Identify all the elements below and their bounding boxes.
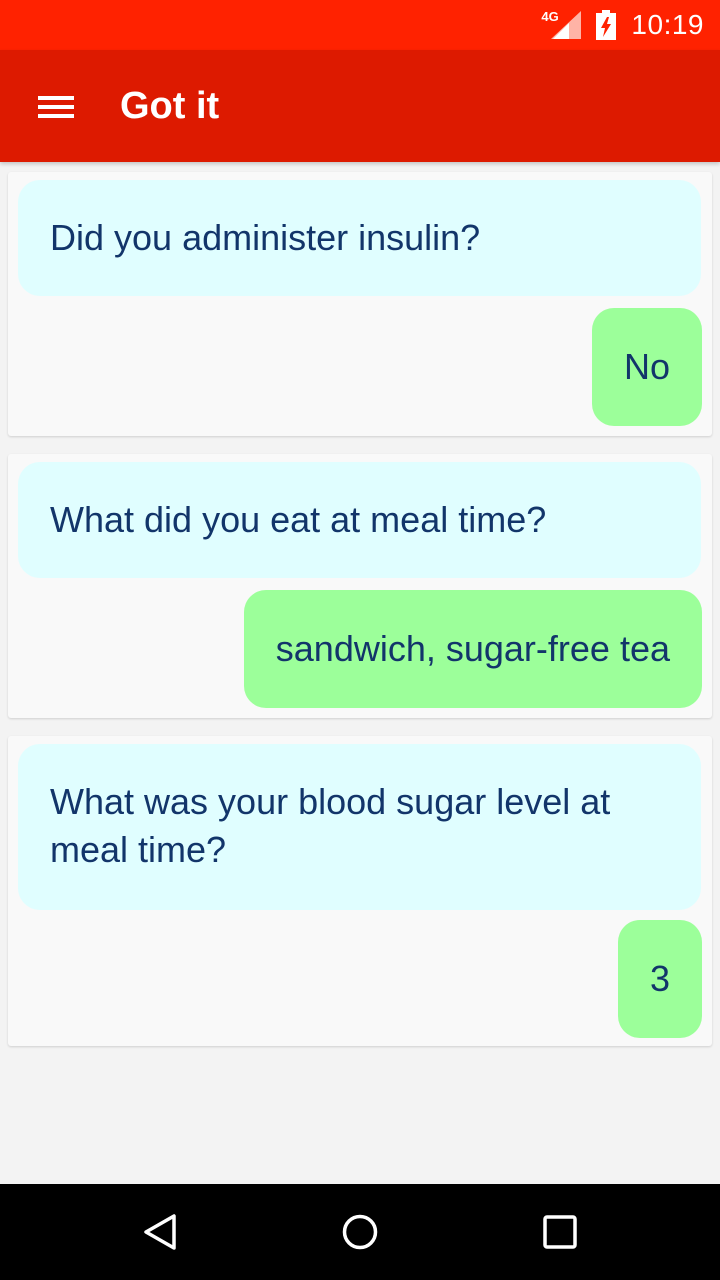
question-text: Did you administer insulin? (50, 217, 481, 258)
recents-icon (543, 1215, 577, 1249)
question-bubble: Did you administer insulin? (18, 180, 701, 296)
menu-button[interactable] (28, 86, 84, 126)
app-bar: Got it (0, 50, 720, 162)
home-button[interactable] (312, 1184, 408, 1280)
qa-card: What did you eat at meal time? sandwich,… (8, 454, 712, 718)
qa-card: What was your blood sugar level at meal … (8, 736, 712, 1046)
clock: 10:19 (631, 9, 704, 40)
answer-bubble: 3 (617, 920, 702, 1038)
back-icon (144, 1214, 176, 1250)
page-title: Got it (120, 85, 220, 127)
answer-bubble: No (591, 308, 702, 426)
navigation-bar (0, 1184, 720, 1280)
status-bar: 4G 10:19 (0, 0, 720, 50)
question-bubble: What did you eat at meal time? (18, 462, 701, 578)
answer-bubble: sandwich, sugar-free tea (243, 590, 702, 708)
answer-text: sandwich, sugar-free tea (275, 628, 670, 669)
status-icons: 4G 10:19 (541, 0, 704, 50)
recents-button[interactable] (512, 1184, 608, 1280)
qa-card: Did you administer insulin? No (8, 172, 712, 436)
home-icon (342, 1214, 378, 1250)
answer-text: 3 (649, 958, 670, 999)
question-text: What was your blood sugar level at meal … (50, 781, 611, 870)
signal-icon: 4G (541, 9, 582, 41)
back-button[interactable] (112, 1184, 208, 1280)
battery-charging-icon (596, 10, 617, 40)
question-text: What did you eat at meal time? (50, 499, 547, 540)
answer-text: No (623, 346, 670, 387)
question-bubble: What was your blood sugar level at meal … (18, 744, 701, 910)
